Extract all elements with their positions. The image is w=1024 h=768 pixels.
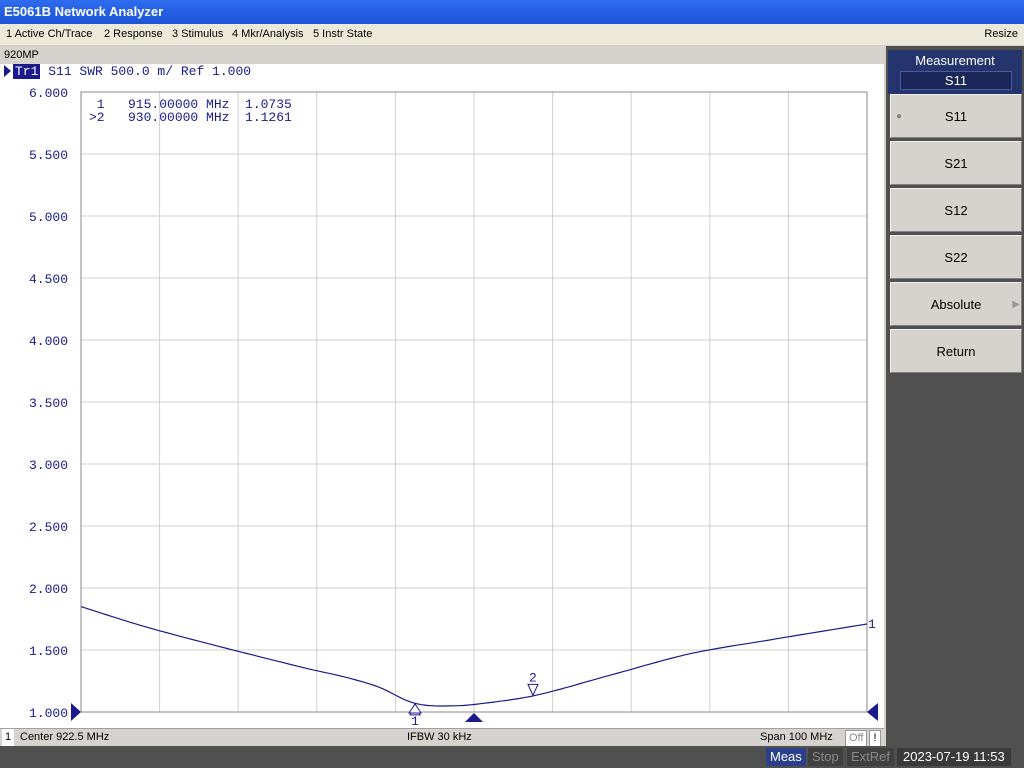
instrument-status-bar: Meas Stop ExtRef 2023-07-19 11:53 — [0, 746, 1024, 768]
softkey-header-value: S11 — [900, 71, 1012, 90]
menu-stimulus[interactable]: 3 Stimulus — [172, 24, 223, 45]
chart-grid — [80, 91, 868, 713]
marker-2-label: 2 — [529, 670, 537, 685]
ref-level-left-icon — [71, 703, 81, 721]
clock: 2023-07-19 11:53 — [897, 748, 1011, 766]
meas-indicator: Meas — [766, 748, 806, 766]
off-indicator: Off — [845, 730, 868, 747]
marker-2-icon — [527, 683, 539, 697]
menu-mkr-analysis[interactable]: 4 Mkr/Analysis — [232, 24, 304, 45]
warning-indicator: ! — [869, 730, 881, 747]
center-frequency[interactable]: Center 922.5 MHz — [20, 729, 109, 746]
softkey-s12[interactable]: S12 — [890, 188, 1022, 232]
submenu-arrow-icon: ▶ — [1012, 299, 1020, 310]
menu-bar: 1 Active Ch/Trace 2 Response 3 Stimulus … — [0, 24, 1024, 45]
softkey-s11-label: S11 — [944, 109, 968, 124]
softkey-header-title: Measurement — [915, 53, 995, 68]
y-tick-label: 1.500 — [29, 644, 68, 659]
softkey-header: Measurement S11 — [888, 50, 1022, 94]
y-tick-label: 5.000 — [29, 210, 68, 225]
marker-1-label: 1 — [411, 714, 419, 728]
menu-instr-state[interactable]: 5 Instr State — [313, 24, 372, 45]
channel-status-bar: 1 Center 922.5 MHz IFBW 30 kHz Span 100 … — [0, 728, 884, 747]
y-tick-label: 2.500 — [29, 520, 68, 535]
channel-title: 920MP — [4, 49, 39, 61]
menu-active-ch-trace[interactable]: 1 Active Ch/Trace — [6, 24, 92, 45]
span-value[interactable]: Span 100 MHz — [760, 729, 833, 746]
selected-dot-icon: ● — [896, 111, 903, 122]
trace-label[interactable]: Tr1 — [13, 64, 41, 79]
trace-active-arrow-icon — [4, 65, 11, 77]
ifbw-value[interactable]: IFBW 30 kHz — [407, 729, 472, 746]
y-tick-labels: 6.000 5.500 5.000 4.500 4.000 3.500 3.000 2.500… — [29, 86, 68, 721]
stop-indicator: Stop — [808, 748, 843, 766]
swr-chart[interactable]: 6.000 5.500 5.000 4.500 4.000 3.500 3.000 2.500… — [0, 80, 884, 728]
extref-indicator: ExtRef — [847, 748, 895, 766]
y-tick-label: 4.500 — [29, 272, 68, 287]
active-marker-stimulus-icon — [465, 713, 483, 722]
softkey-return[interactable]: Return — [890, 329, 1022, 373]
channel-number[interactable]: 1 — [2, 729, 14, 746]
resize-button[interactable]: Resize — [984, 24, 1018, 45]
softkey-absolute[interactable]: Absolute ▶ — [890, 282, 1022, 326]
y-tick-label: 3.500 — [29, 396, 68, 411]
y-tick-label: 3.000 — [29, 458, 68, 473]
softkey-s21[interactable]: S21 — [890, 141, 1022, 185]
softkey-return-label: Return — [936, 344, 976, 359]
trace-status-line[interactable]: Tr1 S11 SWR 500.0 m/ Ref 1.000 — [4, 64, 251, 80]
app-title: E5061B Network Analyzer — [4, 4, 164, 19]
softkey-s22-label: S22 — [944, 250, 968, 265]
softkey-s22[interactable]: S22 — [890, 235, 1022, 279]
softkey-s21-label: S21 — [944, 156, 968, 171]
ref-level-right-icon — [867, 703, 878, 721]
menu-response[interactable]: 2 Response — [104, 24, 163, 45]
marker-readout-2: >2 930.00000 MHz 1.1261 — [89, 110, 292, 125]
y-tick-label: 1.000 — [29, 706, 68, 721]
trace-info: S11 SWR 500.0 m/ Ref 1.000 — [48, 64, 252, 79]
marker-1-stimulus-icon — [408, 703, 422, 714]
softkey-absolute-label: Absolute — [930, 297, 982, 312]
y-tick-label: 5.500 — [29, 148, 68, 163]
softkey-s11[interactable]: ● S11 — [890, 94, 1022, 138]
trace-end-label: 1 — [868, 617, 876, 632]
softkey-s12-label: S12 — [944, 203, 968, 218]
title-bar: E5061B Network Analyzer — [0, 0, 1024, 24]
y-tick-label: 4.000 — [29, 334, 68, 349]
y-tick-label: 2.000 — [29, 582, 68, 597]
y-tick-label: 6.000 — [29, 86, 68, 101]
channel-title-bar: 920MP — [0, 46, 884, 64]
